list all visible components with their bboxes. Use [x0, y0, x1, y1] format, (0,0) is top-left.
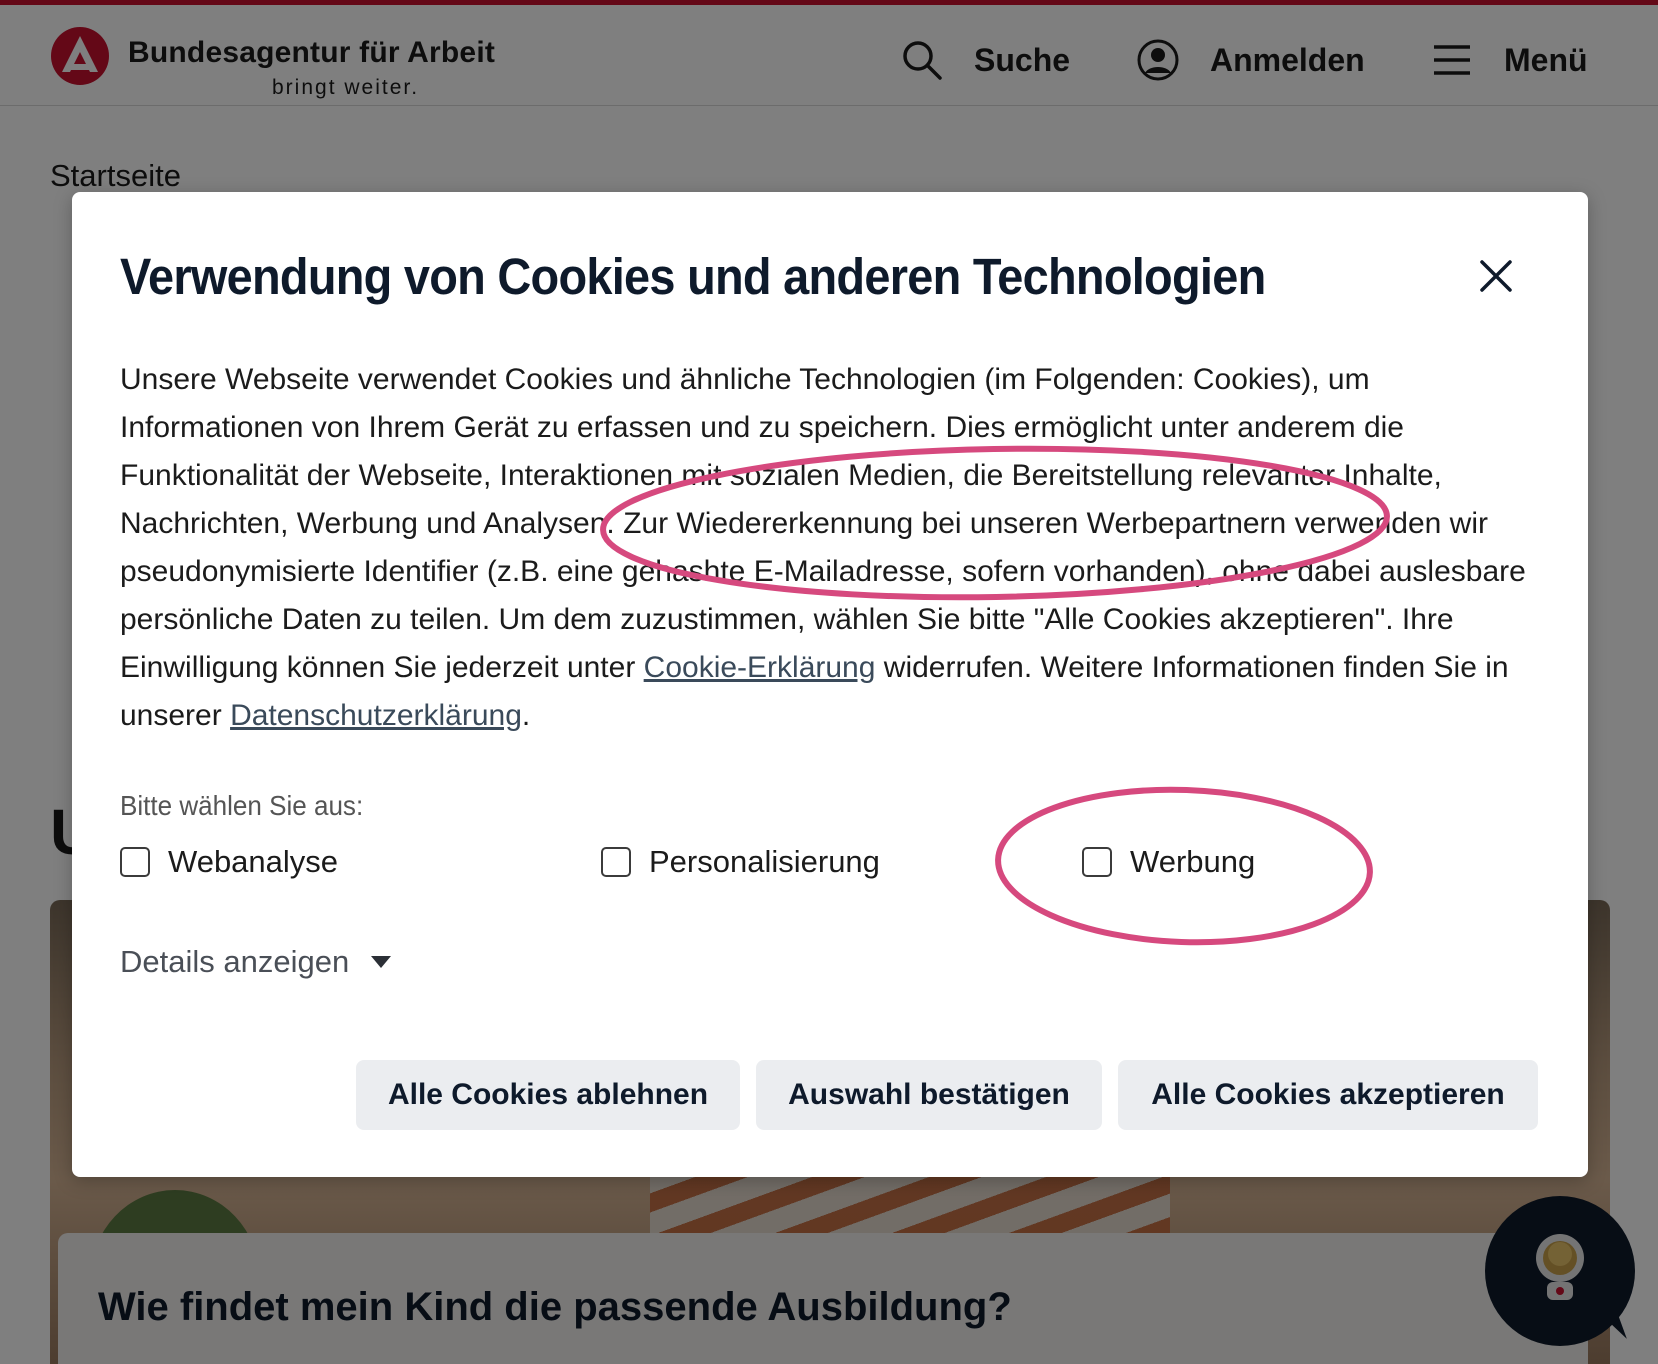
caret-down-icon [371, 956, 392, 968]
cookie-declaration-link[interactable]: Cookie-Erklärung [644, 651, 876, 684]
close-icon[interactable] [1474, 254, 1518, 298]
description-part-3: . [521, 699, 531, 732]
option-werbung[interactable]: Werbung [1082, 844, 1255, 880]
personalisierung-label[interactable]: Personalisierung [649, 844, 880, 880]
cookie-consent-dialog: Verwendung von Cookies und anderen Techn… [72, 192, 1588, 1177]
confirm-selection-button[interactable]: Auswahl bestätigen [756, 1060, 1102, 1130]
dialog-title: Verwendung von Cookies und anderen Techn… [120, 248, 1266, 305]
werbung-label[interactable]: Werbung [1130, 844, 1255, 880]
dialog-description: Unsere Webseite verwendet Cookies und äh… [120, 356, 1540, 740]
details-label: Details anzeigen [120, 944, 350, 979]
details-toggle[interactable]: Details anzeigen [120, 944, 392, 980]
webanalyse-label[interactable]: Webanalyse [168, 844, 338, 880]
select-label: Bitte wählen Sie aus: [120, 790, 364, 821]
accept-all-button[interactable]: Alle Cookies akzeptieren [1118, 1060, 1538, 1130]
reject-all-button[interactable]: Alle Cookies ablehnen [356, 1060, 740, 1130]
webanalyse-checkbox[interactable] [120, 847, 150, 877]
description-part-1: Unsere Webseite verwendet Cookies und äh… [120, 363, 1526, 684]
personalisierung-checkbox[interactable] [601, 847, 631, 877]
werbung-checkbox[interactable] [1082, 847, 1112, 877]
option-webanalyse[interactable]: Webanalyse [120, 844, 338, 880]
privacy-policy-link[interactable]: Datenschutzerklärung [230, 699, 522, 732]
option-personalisierung[interactable]: Personalisierung [601, 844, 880, 880]
